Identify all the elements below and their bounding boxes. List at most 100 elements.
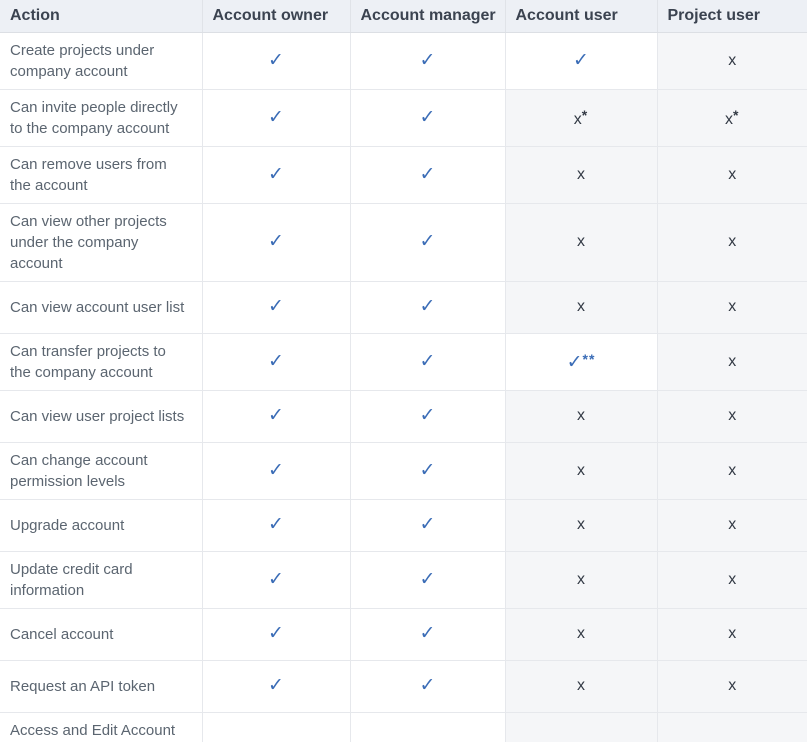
permission-cell-granted: ✓ [202, 89, 350, 146]
x-mark-icon: x [577, 571, 585, 588]
check-icon: ✓ [420, 106, 436, 128]
check-icon: ✓ [420, 295, 436, 317]
x-mark-icon: x [577, 166, 585, 183]
permission-cell-denied: x [505, 608, 657, 660]
check-icon: ✓ [420, 230, 436, 252]
permission-cell-granted: ✓ [202, 660, 350, 712]
table-row: Upgrade account✓✓xx [0, 499, 807, 551]
table-row: Update credit card information✓✓xx [0, 551, 807, 608]
permission-cell-denied: x [505, 551, 657, 608]
x-mark-icon: x [725, 111, 733, 128]
permission-cell-granted: ✓ [350, 281, 505, 333]
permission-cell-granted: ✓ [202, 390, 350, 442]
permission-cell-granted: ✓ [202, 442, 350, 499]
table-row: Can change account permission levels✓✓xx [0, 442, 807, 499]
action-label: Can transfer projects to the company acc… [0, 333, 202, 390]
permission-cell-granted: ✓ [350, 660, 505, 712]
permission-cell-denied: x [657, 146, 807, 203]
check-icon: ✓ [573, 49, 589, 71]
permission-cell-granted: ✓ [202, 333, 350, 390]
permission-cell-denied: x* [657, 89, 807, 146]
table-row: Access and Edit Account Form Templates a… [0, 712, 807, 742]
permission-cell-granted: ✓ [350, 551, 505, 608]
column-header-account-owner: Account owner [202, 0, 350, 32]
permission-cell-denied: x [505, 712, 657, 742]
permission-cell-denied: x [657, 608, 807, 660]
x-mark-icon: x [577, 298, 585, 315]
x-mark-icon: x [728, 625, 736, 642]
check-icon: ✓ [420, 568, 436, 590]
permission-cell-denied: x [505, 281, 657, 333]
permission-cell-denied: x [657, 551, 807, 608]
x-mark-icon: x [728, 516, 736, 533]
permission-cell-denied: x [505, 442, 657, 499]
permission-cell-granted: ✓ [202, 499, 350, 551]
column-header-action: Action [0, 0, 202, 32]
check-icon: ✓ [268, 404, 284, 426]
permission-cell-denied: x [657, 660, 807, 712]
x-mark-icon: x [577, 516, 585, 533]
x-mark-icon: x [728, 166, 736, 183]
permission-cell-granted: ✓ [350, 442, 505, 499]
permission-cell-denied: x [505, 499, 657, 551]
x-mark-icon: x [728, 677, 736, 694]
action-label: Can view account user list [0, 281, 202, 333]
header-row: ActionAccount ownerAccount managerAccoun… [0, 0, 807, 32]
check-icon: ✓ [420, 350, 436, 372]
permission-cell-denied: x [657, 499, 807, 551]
check-icon: ✓ [420, 163, 436, 185]
action-label: Request an API token [0, 660, 202, 712]
check-icon: ✓ [420, 49, 436, 71]
table-row: Can view account user list✓✓xx [0, 281, 807, 333]
permission-cell-denied: x [657, 333, 807, 390]
column-header-project-user: Project user [657, 0, 807, 32]
permission-cell-granted: ✓ [202, 608, 350, 660]
table-row: Cancel account✓✓xx [0, 608, 807, 660]
action-label: Can remove users from the account [0, 146, 202, 203]
check-icon: ✓ [268, 49, 284, 71]
permission-cell-granted: ✓** [505, 333, 657, 390]
x-mark-icon: x [574, 111, 582, 128]
column-header-account-user: Account user [505, 0, 657, 32]
permission-cell-granted: ✓ [202, 281, 350, 333]
permission-cell-granted: ✓ [350, 146, 505, 203]
action-label: Create projects under company account [0, 32, 202, 89]
table-row: Can invite people directly to the compan… [0, 89, 807, 146]
permission-cell-granted: ✓ [350, 712, 505, 742]
permission-cell-denied: x [505, 146, 657, 203]
check-icon: ✓ [268, 568, 284, 590]
permission-cell-granted: ✓ [202, 551, 350, 608]
x-mark-icon: x [728, 52, 736, 69]
check-icon: ✓ [268, 163, 284, 185]
table-row: Create projects under company account ✓ ✓ ✓… [0, 32, 807, 89]
permission-cell-denied: x [505, 203, 657, 281]
permission-cell-granted: ✓ [350, 608, 505, 660]
action-label: Can view user project lists [0, 390, 202, 442]
x-mark-icon: x [728, 353, 736, 370]
footnote-asterisk: * [733, 107, 739, 123]
action-label: Can change account permission levels [0, 442, 202, 499]
check-icon: ✓ [567, 351, 583, 373]
permission-cell-denied: x* [505, 89, 657, 146]
x-mark-icon: x [728, 571, 736, 588]
permission-cell-denied: x [657, 442, 807, 499]
table-row: Can view user project lists✓✓xx [0, 390, 807, 442]
check-icon: ✓ [268, 513, 284, 535]
permission-cell-granted: ✓ [202, 32, 350, 89]
action-label: Can view other projects under the compan… [0, 203, 202, 281]
column-header-account-manager: Account manager [350, 0, 505, 32]
x-mark-icon: x [577, 677, 585, 694]
check-icon: ✓ [420, 459, 436, 481]
x-mark-icon: x [728, 233, 736, 250]
permission-cell-denied: x [505, 660, 657, 712]
check-icon: ✓ [420, 674, 436, 696]
action-label: Upgrade account [0, 499, 202, 551]
check-icon: ✓ [420, 404, 436, 426]
permission-cell-granted: ✓ [350, 333, 505, 390]
permission-cell-denied: x [505, 390, 657, 442]
check-icon: ✓ [268, 350, 284, 372]
permission-cell-granted: ✓ [202, 712, 350, 742]
x-mark-icon: x [577, 407, 585, 424]
action-label: Cancel account [0, 608, 202, 660]
permissions-table-body: Create projects under company account✓✓✓… [0, 32, 807, 742]
